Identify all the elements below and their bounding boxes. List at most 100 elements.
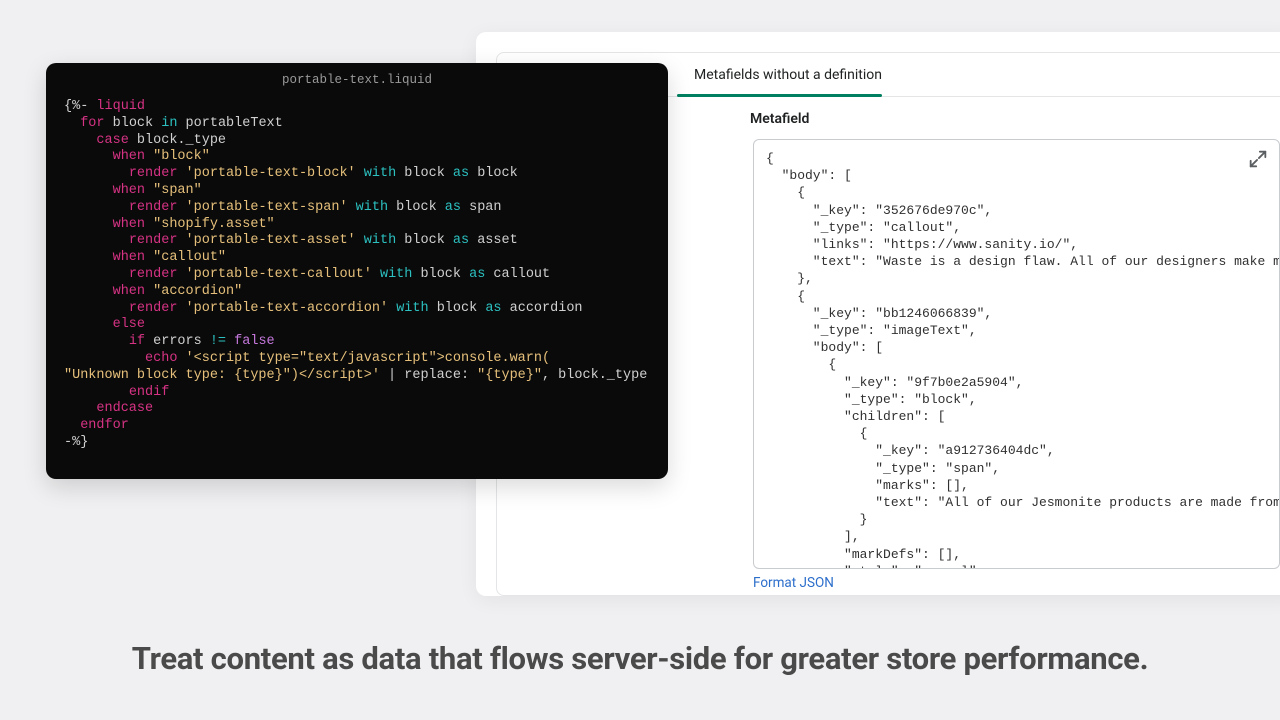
code-token: 'portable-text-asset': [186, 233, 356, 248]
code-token: [64, 317, 113, 332]
code-token: block: [105, 116, 162, 131]
code-token: render: [129, 301, 178, 316]
code-token: asset: [469, 233, 518, 248]
code-token: {%-: [64, 99, 96, 114]
code-token: block: [388, 200, 445, 215]
code-token: -%}: [64, 435, 88, 450]
code-token: in: [161, 116, 177, 131]
code-token: 'portable-text-accordion': [186, 301, 389, 316]
code-token: as: [453, 233, 469, 248]
code-token: !=: [210, 334, 226, 349]
code-token: [145, 183, 153, 198]
code-token: callout: [485, 267, 550, 282]
code-token: [356, 233, 364, 248]
code-token: "block": [153, 149, 210, 164]
code-token: [64, 418, 80, 433]
code-token: "accordion": [153, 284, 242, 299]
code-token: [64, 149, 113, 164]
code-token: [64, 250, 113, 265]
code-token: [64, 233, 129, 248]
code-token: for: [80, 116, 104, 131]
json-content[interactable]: { "body": [ { "_key": "352676de970c", "_…: [754, 140, 1279, 569]
json-box: { "body": [ { "_key": "352676de970c", "_…: [753, 139, 1280, 569]
code-token: case: [96, 133, 128, 148]
code-token: block._type: [129, 133, 226, 148]
code-editor-panel: portable-text.liquid {%- liquid for bloc…: [46, 63, 668, 479]
code-token: [64, 116, 80, 131]
code-token: [145, 250, 153, 265]
code-token: [64, 401, 96, 416]
code-token: | replace:: [380, 368, 477, 383]
code-token: endif: [129, 385, 170, 400]
code-body[interactable]: {%- liquid for block in portableText cas…: [46, 93, 668, 464]
code-token: 'portable-text-block': [186, 166, 356, 181]
code-token: '<script type="text/javascript">console.…: [186, 351, 551, 366]
code-token: [348, 200, 356, 215]
code-token: when: [113, 149, 145, 164]
code-token: [372, 267, 380, 282]
code-token: [64, 301, 129, 316]
code-token: [64, 200, 129, 215]
code-token: block: [396, 233, 453, 248]
code-token: render: [129, 166, 178, 181]
code-token: 'portable-text-callout': [186, 267, 372, 282]
expand-icon[interactable]: [1247, 148, 1269, 170]
code-token: [145, 217, 153, 232]
code-token: when: [113, 183, 145, 198]
code-token: [64, 133, 96, 148]
code-token: with: [356, 200, 388, 215]
code-token: [177, 301, 185, 316]
code-token: [177, 267, 185, 282]
code-token: [64, 267, 129, 282]
code-token: [177, 233, 185, 248]
code-token: errors: [145, 334, 210, 349]
code-token: render: [129, 200, 178, 215]
code-token: with: [364, 233, 396, 248]
code-token: block: [429, 301, 486, 316]
code-token: [177, 166, 185, 181]
code-token: block: [412, 267, 469, 282]
code-token: [145, 149, 153, 164]
code-token: [226, 334, 234, 349]
code-token: [177, 200, 185, 215]
code-token: block: [396, 166, 453, 181]
code-token: liquid: [96, 99, 145, 114]
tagline-text: Treat content as data that flows server-…: [0, 640, 1280, 677]
code-token: when: [113, 284, 145, 299]
code-token: with: [364, 166, 396, 181]
code-token: when: [113, 250, 145, 265]
code-token: [64, 217, 113, 232]
code-token: [64, 351, 145, 366]
code-token: [388, 301, 396, 316]
code-token: endfor: [80, 418, 129, 433]
code-token: span: [461, 200, 502, 215]
code-token: render: [129, 233, 178, 248]
code-token: as: [485, 301, 501, 316]
code-token: [64, 166, 129, 181]
format-json-link[interactable]: Format JSON: [497, 575, 1280, 591]
code-token: when: [113, 217, 145, 232]
code-token: echo: [145, 351, 177, 366]
code-token: else: [113, 317, 145, 332]
tab-no-definition[interactable]: Metafields without a definition: [690, 53, 886, 97]
code-token: portableText: [177, 116, 282, 131]
code-token: "span": [153, 183, 202, 198]
tab-underline: [677, 94, 882, 97]
code-token: "callout": [153, 250, 226, 265]
code-token: [64, 385, 129, 400]
code-token: as: [453, 166, 469, 181]
code-token: "{type}": [477, 368, 542, 383]
code-token: [64, 284, 113, 299]
code-token: accordion: [502, 301, 583, 316]
code-token: as: [445, 200, 461, 215]
code-token: endcase: [96, 401, 153, 416]
code-token: 'portable-text-span': [186, 200, 348, 215]
code-token: [145, 284, 153, 299]
code-token: render: [129, 267, 178, 282]
code-token: block: [469, 166, 518, 181]
code-token: "Unknown block type: {type}")</script>': [64, 368, 380, 383]
code-token: with: [396, 301, 428, 316]
code-token: [64, 183, 113, 198]
code-token: [64, 334, 129, 349]
code-token: "shopify.asset": [153, 217, 275, 232]
